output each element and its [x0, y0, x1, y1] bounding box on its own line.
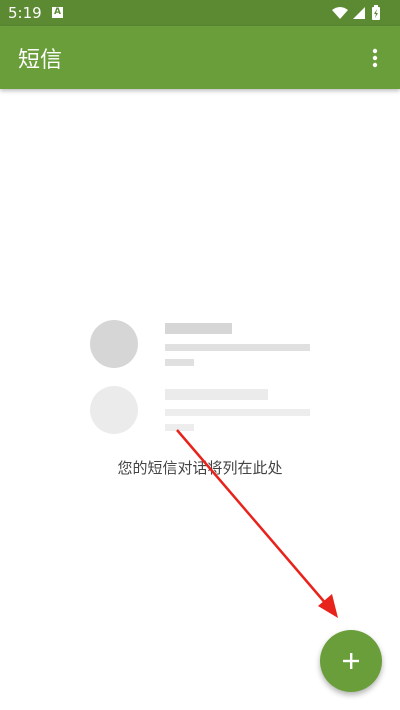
- app-bar: 短信: [0, 26, 400, 89]
- page-title: 短信: [18, 48, 63, 73]
- more-vert-icon: [372, 48, 378, 68]
- status-time: 5:19: [8, 4, 42, 22]
- more-options-button[interactable]: [360, 44, 390, 74]
- status-bar: 5:19 A: [0, 0, 400, 26]
- battery-icon: [372, 5, 380, 20]
- placeholder-line: [165, 323, 232, 334]
- placeholder-line: [165, 424, 194, 431]
- new-conversation-button[interactable]: [320, 630, 382, 692]
- plus-icon: [343, 653, 359, 669]
- placeholder-line: [165, 344, 310, 351]
- placeholder-line: [165, 409, 310, 416]
- cellular-signal-icon: [353, 7, 365, 19]
- wifi-icon: [332, 7, 348, 19]
- placeholder-avatar: [90, 320, 138, 368]
- placeholder-avatar: [90, 386, 138, 434]
- empty-state-message: 您的短信对话将列在此处: [117, 459, 283, 477]
- status-icons: [330, 5, 392, 25]
- placeholder-line: [165, 359, 194, 366]
- annotation-arrow: [176, 429, 338, 618]
- placeholder-line: [165, 389, 268, 400]
- a-icon: A: [52, 7, 63, 18]
